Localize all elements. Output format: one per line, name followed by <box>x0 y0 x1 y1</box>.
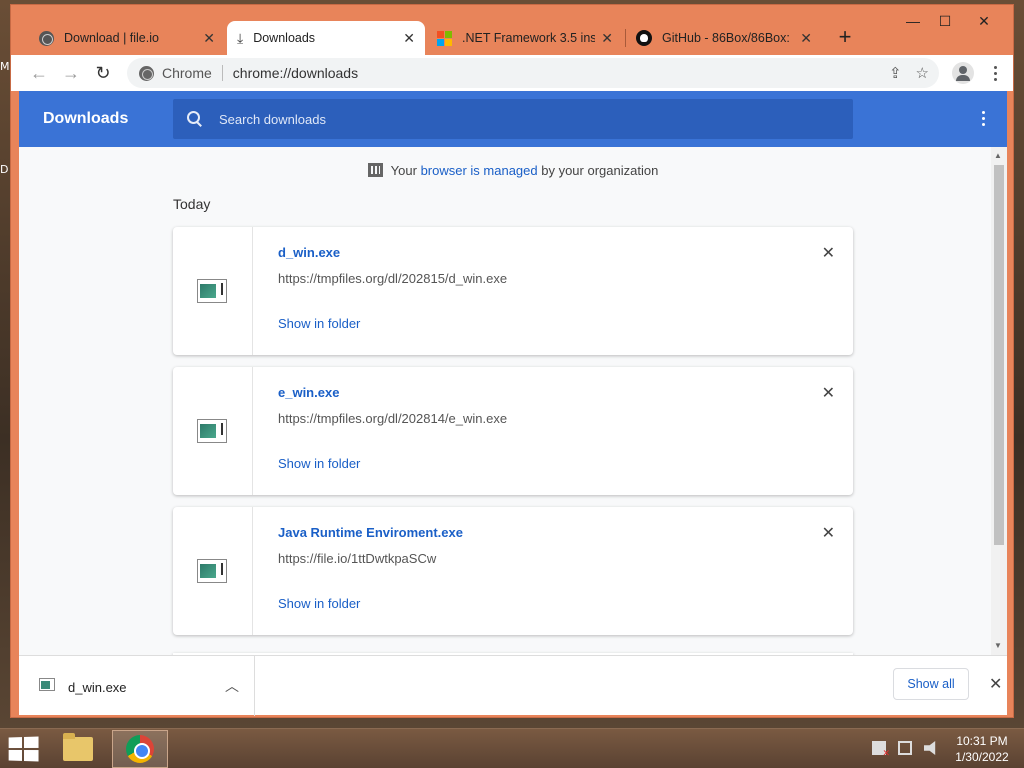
scroll-thumb[interactable] <box>994 165 1004 545</box>
file-source-url[interactable]: https://file.io/1ttDwtkpaSCw <box>278 551 436 566</box>
download-icon: ⤓ <box>237 29 244 46</box>
close-shelf-icon[interactable]: ✕ <box>989 674 1002 694</box>
executable-file-icon <box>197 419 227 443</box>
toolbar-right <box>952 62 1005 85</box>
github-icon <box>636 30 652 46</box>
tab-strip: Download | file.io ✕ ⤓ Downloads ✕ .NET … <box>11 5 1013 55</box>
download-item: d_win.exe https://tmpfiles.org/dl/202815… <box>173 227 853 355</box>
remove-download-icon[interactable]: ✕ <box>822 383 835 403</box>
search-icon <box>187 111 203 127</box>
microsoft-icon <box>437 30 452 46</box>
forward-button[interactable]: → <box>55 58 87 88</box>
search-box[interactable] <box>173 99 853 139</box>
managed-suffix: by your organization <box>537 163 659 178</box>
network-icon[interactable] <box>898 741 912 755</box>
system-tray <box>872 741 938 759</box>
chrome-taskbar-button[interactable] <box>112 730 168 768</box>
share-icon[interactable]: ⇪ <box>889 64 902 82</box>
desktop-label: M <box>0 60 10 73</box>
back-button[interactable]: ← <box>23 58 55 88</box>
page-title: Downloads <box>43 110 129 127</box>
shelf-file-name: d_win.exe <box>68 680 127 695</box>
reload-button[interactable]: ↻ <box>87 58 119 88</box>
managed-prefix: Your <box>390 163 421 178</box>
tab-title: Downloads <box>253 31 316 45</box>
globe-icon <box>39 30 54 46</box>
new-tab-button[interactable]: + <box>831 23 859 51</box>
tab-downloads[interactable]: ⤓ Downloads ✕ <box>227 21 425 55</box>
managed-notice: Your browser is managed by your organiza… <box>19 163 1007 178</box>
scrollbar[interactable]: ▲ ▼ <box>991 147 1007 655</box>
scroll-up-icon[interactable]: ▲ <box>994 151 1002 160</box>
omnibox-actions: ⇪ ☆ <box>889 64 929 82</box>
file-name-link[interactable]: Java Runtime Enviroment.exe <box>278 525 463 540</box>
browser-menu-icon[interactable] <box>986 62 1005 85</box>
taskbar: 10:31 PM 1/30/2022 <box>0 728 1024 768</box>
file-name-link[interactable]: e_win.exe <box>278 385 339 400</box>
tab-close-icon[interactable]: ✕ <box>601 30 613 47</box>
tab-title: GitHub - 86Box/86Box: E <box>662 31 795 45</box>
executable-file-icon <box>197 279 227 303</box>
shelf-download-item[interactable]: d_win.exe ︿ <box>19 656 255 716</box>
downloads-header: Downloads <box>19 91 1007 147</box>
download-item: e_win.exe https://tmpfiles.org/dl/202814… <box>173 367 853 495</box>
chrome-icon <box>126 735 154 763</box>
file-source-url[interactable]: https://tmpfiles.org/dl/202815/d_win.exe <box>278 271 507 286</box>
file-name-link[interactable]: d_win.exe <box>278 245 340 260</box>
clock-date: 1/30/2022 <box>955 750 1009 764</box>
clock-time: 10:31 PM <box>956 734 1008 748</box>
system-clock[interactable]: 10:31 PM 1/30/2022 <box>950 733 1014 765</box>
tab-dotnet[interactable]: .NET Framework 3.5 insta ✕ <box>427 21 623 55</box>
show-in-folder-link[interactable]: Show in folder <box>278 316 360 331</box>
show-in-folder-link[interactable]: Show in folder <box>278 596 360 611</box>
show-in-folder-link[interactable]: Show in folder <box>278 456 360 471</box>
action-center-flag-icon[interactable] <box>872 741 890 759</box>
file-icon-area <box>173 227 253 355</box>
tab-download-fileio[interactable]: Download | file.io ✕ <box>29 21 225 55</box>
executable-file-icon <box>197 559 227 583</box>
file-explorer-button[interactable] <box>50 730 106 768</box>
tab-close-icon[interactable]: ✕ <box>403 30 415 47</box>
chrome-window: Download | file.io ✕ ⤓ Downloads ✕ .NET … <box>10 4 1014 718</box>
search-input[interactable] <box>219 111 819 127</box>
file-icon-area <box>173 507 253 635</box>
building-icon <box>367 163 383 177</box>
omnibox-separator <box>221 65 223 81</box>
volume-muted-icon[interactable] <box>924 741 936 755</box>
show-all-button[interactable]: Show all <box>893 668 969 700</box>
file-icon-area <box>173 367 253 495</box>
desktop-label: D <box>0 163 9 176</box>
remove-download-icon[interactable]: ✕ <box>822 523 835 543</box>
downloads-list: Your browser is managed by your organiza… <box>19 147 1007 655</box>
chrome-page-icon <box>139 65 154 81</box>
scroll-down-icon[interactable]: ▼ <box>994 641 1002 650</box>
file-source-url[interactable]: https://tmpfiles.org/dl/202814/e_win.exe <box>278 411 507 426</box>
download-item: Java Runtime Enviroment.exe https://file… <box>173 507 853 635</box>
site-label: Chrome <box>162 65 212 81</box>
window-controls: — ☐ ✕ <box>897 7 1007 35</box>
close-window-button[interactable]: ✕ <box>961 7 1007 35</box>
tab-github[interactable]: GitHub - 86Box/86Box: E ✕ <box>626 21 822 55</box>
url-text[interactable]: chrome://downloads <box>233 65 358 81</box>
maximize-button[interactable]: ☐ <box>929 7 961 35</box>
tab-title: Download | file.io <box>64 31 159 45</box>
start-button[interactable] <box>8 736 39 762</box>
tab-close-icon[interactable]: ✕ <box>800 30 812 47</box>
chevron-up-icon[interactable]: ︿ <box>225 676 239 696</box>
tab-close-icon[interactable]: ✕ <box>203 30 215 47</box>
managed-link[interactable]: browser is managed <box>421 163 538 178</box>
date-section-label: Today <box>173 196 211 212</box>
download-shelf: d_win.exe ︿ Show all ✕ <box>19 655 1007 716</box>
folder-icon <box>63 733 93 761</box>
executable-file-icon <box>39 678 55 691</box>
browser-toolbar: ← → ↻ Chrome chrome://downloads ⇪ ☆ <box>11 55 1013 91</box>
address-bar[interactable]: Chrome chrome://downloads ⇪ ☆ <box>127 58 939 88</box>
minimize-button[interactable]: — <box>897 7 929 35</box>
remove-download-icon[interactable]: ✕ <box>822 243 835 263</box>
downloads-menu-icon[interactable] <box>982 111 985 126</box>
tab-title: .NET Framework 3.5 insta <box>462 31 596 45</box>
bookmark-star-icon[interactable]: ☆ <box>916 64 929 82</box>
profile-avatar[interactable] <box>952 62 974 84</box>
